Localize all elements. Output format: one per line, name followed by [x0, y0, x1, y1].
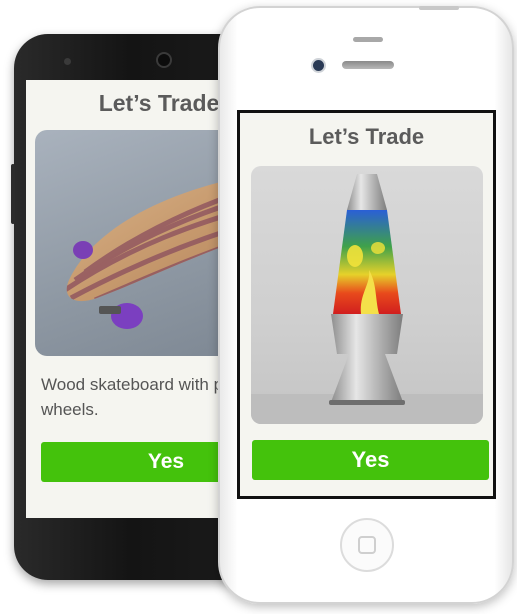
android-side-button: [11, 164, 15, 224]
lava-lamp-photo: [251, 166, 483, 424]
yes-button[interactable]: Yes: [252, 440, 489, 480]
home-square-icon: [358, 536, 376, 554]
iphone-screen: Let’s Trade Yes: [237, 110, 496, 499]
iphone-sensor: [353, 37, 383, 42]
android-camera-icon: [156, 52, 172, 68]
lava-lamp-illustration: [251, 174, 483, 424]
iphone-camera-icon: [311, 58, 326, 73]
iphone-power-button: [419, 6, 459, 10]
page-title: Let’s Trade: [308, 124, 425, 149]
home-button[interactable]: [340, 518, 394, 572]
android-sensor: [64, 58, 71, 65]
iphone: Let’s Trade Yes: [218, 6, 514, 604]
iphone-speaker: [342, 61, 394, 69]
